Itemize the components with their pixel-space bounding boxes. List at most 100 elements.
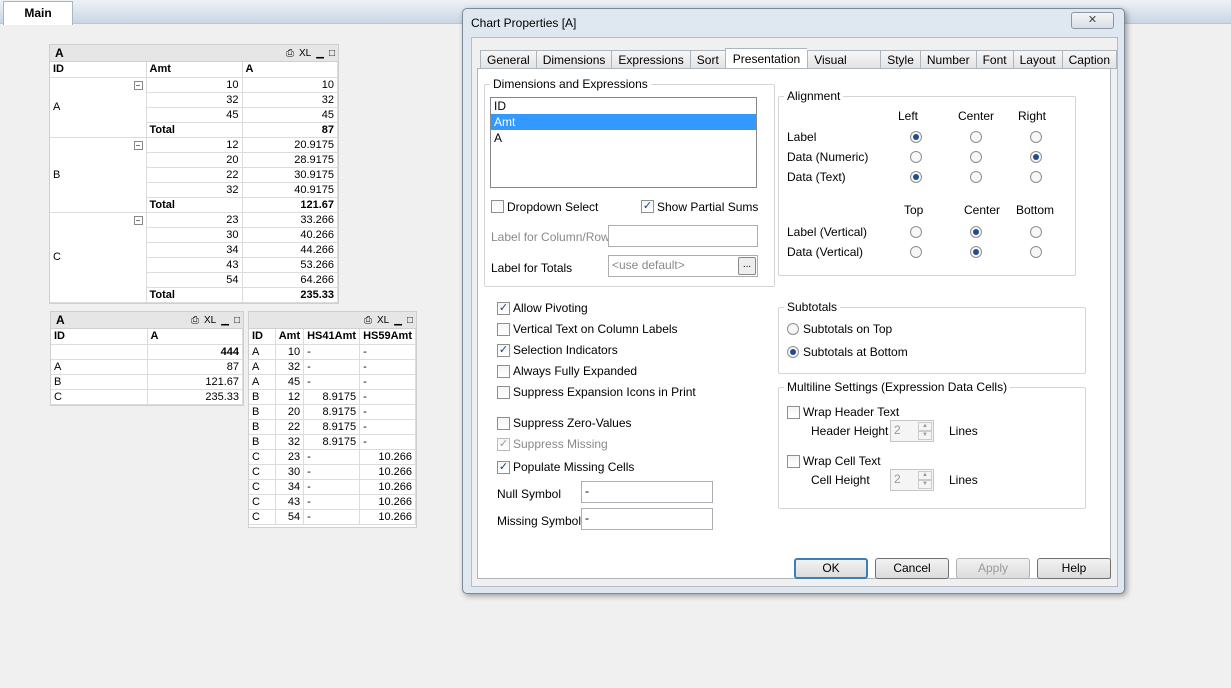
pivot-table-object[interactable]: A ⎙ XL ▁ □ ID Amt A A −10 10 32 32 45 45 Total 87 B −…	[49, 44, 339, 304]
subtotals-on-top-radio[interactable]	[787, 323, 799, 335]
close-button[interactable]: ✕	[1071, 12, 1114, 29]
browse-button[interactable]: ...	[738, 257, 756, 275]
vertical-alignment-radio[interactable]	[970, 226, 982, 238]
wrap-cell-checkbox[interactable]	[787, 455, 800, 468]
label-totals-input[interactable]: <use default>	[608, 255, 758, 277]
alignment-radio[interactable]	[1030, 151, 1042, 163]
collapse-icon[interactable]: −	[133, 215, 143, 225]
option-checkbox[interactable]: ✓	[497, 302, 510, 315]
minimize-icon[interactable]: ▁	[221, 312, 229, 329]
maximize-icon[interactable]: □	[234, 312, 240, 329]
tab-number[interactable]: Number	[919, 50, 976, 69]
cell[interactable]: B	[249, 404, 276, 420]
maximize-icon[interactable]: □	[407, 312, 413, 329]
excel-export-icon[interactable]: XL	[204, 312, 216, 329]
minimize-icon[interactable]: ▁	[316, 45, 324, 62]
header-height-spinner[interactable]: 2 ▲ ▼	[890, 420, 934, 442]
cell-height-spinner[interactable]: 2 ▲ ▼	[890, 469, 934, 491]
alignment-radio[interactable]	[970, 151, 982, 163]
alignment-radio[interactable]	[1030, 131, 1042, 143]
ok-button[interactable]: OK	[794, 558, 868, 579]
tab-presentation[interactable]: Presentation	[724, 48, 808, 70]
dimension-cell[interactable]: C −	[50, 212, 147, 303]
suppress-zero-checkbox[interactable]	[497, 417, 510, 430]
alignment-radio[interactable]	[970, 171, 982, 183]
vertical-alignment-radio[interactable]	[910, 226, 922, 238]
cell[interactable]: B	[249, 389, 276, 405]
column-header[interactable]: HS59Amt	[359, 329, 416, 345]
cell[interactable]: B	[249, 434, 276, 450]
tab-layout[interactable]: Layout	[1012, 50, 1062, 69]
dropdown-select-checkbox[interactable]	[491, 200, 504, 213]
null-symbol-input[interactable]: -	[581, 481, 713, 503]
cell[interactable]: C	[249, 464, 276, 480]
column-header[interactable]: ID	[249, 329, 276, 345]
cell[interactable]: C	[249, 509, 276, 525]
object-caption[interactable]: A ⎙ XL ▁ □	[51, 312, 243, 329]
sheet-tab-main[interactable]: Main	[3, 1, 73, 25]
print-icon[interactable]: ⎙	[286, 45, 294, 62]
tab-sort[interactable]: Sort	[689, 50, 725, 69]
column-header[interactable]: Amt	[146, 62, 243, 78]
vertical-alignment-radio[interactable]	[970, 246, 982, 258]
id-cell[interactable]: B	[51, 374, 148, 390]
label-column-row-input[interactable]	[608, 225, 758, 247]
tab-dimensions[interactable]: Dimensions	[535, 50, 612, 69]
list-item[interactable]: A	[491, 130, 756, 146]
cell[interactable]: B	[249, 419, 276, 435]
collapse-icon[interactable]: −	[133, 140, 143, 150]
populate-missing-checkbox[interactable]: ✓	[497, 461, 510, 474]
cell[interactable]: A	[249, 359, 276, 375]
apply-button[interactable]: Apply	[956, 558, 1030, 579]
dimensions-listbox[interactable]: ID Amt A	[490, 97, 757, 188]
vertical-alignment-radio[interactable]	[910, 246, 922, 258]
cell[interactable]: C	[249, 479, 276, 495]
alignment-radio[interactable]	[970, 131, 982, 143]
show-partial-sums-checkbox[interactable]: ✓	[641, 200, 654, 213]
tab-general[interactable]: General	[480, 50, 536, 69]
cancel-button[interactable]: Cancel	[875, 558, 949, 579]
tab-style[interactable]: Style	[880, 50, 920, 69]
dimension-cell[interactable]: B −	[50, 137, 147, 213]
print-icon[interactable]: ⎙	[364, 312, 372, 329]
list-item[interactable]: Amt	[491, 114, 756, 130]
alignment-radio[interactable]	[910, 151, 922, 163]
cell[interactable]: C	[249, 449, 276, 465]
wrap-header-checkbox[interactable]	[787, 406, 800, 419]
column-header[interactable]: HS41Amt	[303, 329, 361, 345]
object-caption[interactable]: A ⎙ XL ▁ □	[50, 45, 338, 62]
dimension-cell[interactable]: A −	[50, 77, 147, 138]
id-cell[interactable]: C	[51, 389, 148, 405]
column-header[interactable]: Amt	[275, 329, 305, 345]
missing-symbol-input[interactable]: -	[581, 508, 713, 530]
straight-table-object[interactable]: A ⎙ XL ▁ □ ID A 444 A 87 B 121.67 C 235.33	[50, 311, 244, 406]
help-button[interactable]: Help	[1037, 558, 1111, 579]
suppress-missing-checkbox[interactable]: ✓	[497, 438, 510, 451]
alignment-radio[interactable]	[910, 171, 922, 183]
vertical-alignment-radio[interactable]	[1030, 226, 1042, 238]
alignment-radio[interactable]	[910, 131, 922, 143]
maximize-icon[interactable]: □	[329, 45, 335, 62]
option-checkbox[interactable]	[497, 323, 510, 336]
id-cell[interactable]: A	[51, 359, 148, 375]
cell[interactable]: A	[249, 374, 276, 390]
cell[interactable]: C	[249, 494, 276, 510]
list-item[interactable]: ID	[491, 98, 756, 114]
column-header[interactable]: A	[147, 329, 243, 345]
excel-export-icon[interactable]: XL	[299, 45, 311, 62]
vertical-alignment-radio[interactable]	[1030, 246, 1042, 258]
option-checkbox[interactable]	[497, 365, 510, 378]
excel-export-icon[interactable]: XL	[377, 312, 389, 329]
column-header[interactable]: ID	[50, 62, 147, 78]
subtotals-at-bottom-radio[interactable]	[787, 346, 799, 358]
cell[interactable]: A	[249, 344, 276, 360]
column-header[interactable]: A	[242, 62, 338, 78]
detail-table-object[interactable]: ⎙ XL ▁ □ ID Amt HS41Amt HS59Amt A 10- - A 32- - A 4…	[248, 311, 417, 528]
column-header[interactable]: ID	[51, 329, 148, 345]
tab-expressions[interactable]: Expressions	[611, 50, 690, 69]
object-caption[interactable]: ⎙ XL ▁ □	[249, 312, 416, 329]
tab-caption[interactable]: Caption	[1061, 50, 1117, 69]
option-checkbox[interactable]: ✓	[497, 344, 510, 357]
print-icon[interactable]: ⎙	[191, 312, 199, 329]
tab-visual-cues[interactable]: Visual Cues	[807, 50, 881, 85]
